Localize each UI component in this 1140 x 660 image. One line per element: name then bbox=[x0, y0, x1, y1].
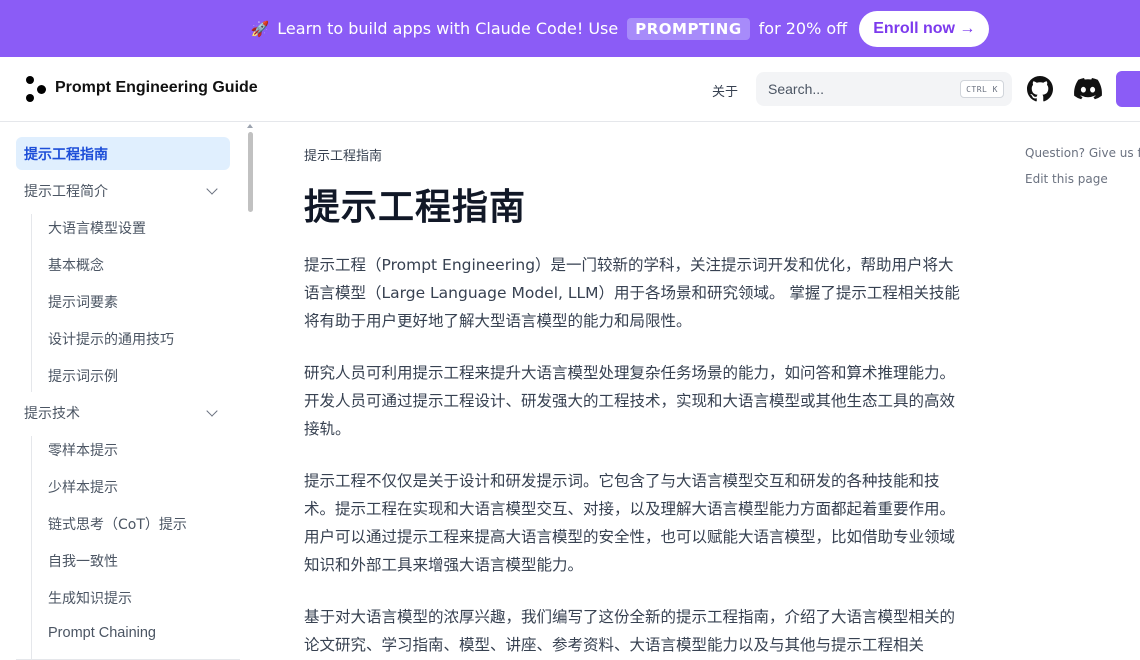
enroll-now-button[interactable]: Enroll now → bbox=[859, 10, 990, 47]
sidebar-item-active-label: 提示工程指南 bbox=[24, 147, 108, 163]
feedback-link[interactable]: Question? Give us feedback → bbox=[1025, 146, 1140, 160]
sidebar-item-elements[interactable]: 提示词要素 bbox=[48, 292, 118, 312]
sidebar-nav: 提示工程指南 提示工程简介 大语言模型设置 基本概念 提示词要素 设计提示的通用… bbox=[0, 122, 258, 660]
sidebar-item-prompt-chaining[interactable]: Prompt Chaining bbox=[48, 625, 156, 641]
toc-sidebar: Question? Give us feedback → Edit this p… bbox=[1025, 122, 1140, 322]
sidebar-item-examples[interactable]: 提示词示例 bbox=[48, 366, 118, 386]
sidebar-tree-line bbox=[31, 436, 32, 660]
site-title-link[interactable]: Prompt Engineering Guide bbox=[55, 79, 258, 97]
research-paragraph: 研究人员可利用提示工程来提升大语言模型处理复杂任务场景的能力，如问答和算术推理能… bbox=[304, 364, 956, 438]
sidebar-item-active[interactable]: 提示工程指南 bbox=[16, 137, 230, 170]
chevron-down-icon[interactable] bbox=[206, 183, 218, 195]
edit-page-link[interactable]: Edit this page bbox=[1025, 172, 1108, 186]
rocket-icon: 🚀 bbox=[250, 19, 270, 38]
sidebar-item-tips[interactable]: 设计提示的通用技巧 bbox=[48, 329, 174, 349]
breadcrumb[interactable]: 提示工程指南 bbox=[304, 145, 382, 164]
sidebar-item-consistency[interactable]: 自我一致性 bbox=[48, 551, 118, 571]
sidebar-tree-line bbox=[31, 214, 32, 392]
sidebar-item-llm-settings[interactable]: 大语言模型设置 bbox=[48, 218, 146, 238]
sidebar-item-zeroshot[interactable]: 零样本提示 bbox=[48, 440, 118, 460]
header-action-button[interactable] bbox=[1116, 71, 1140, 107]
promo-code-badge: PROMPTING bbox=[627, 17, 750, 40]
github-icon[interactable] bbox=[1027, 76, 1053, 102]
promo-banner-content: 🚀 Learn to build apps with Claude Code! … bbox=[250, 10, 990, 47]
promo-text-after: for 20% off bbox=[758, 19, 848, 38]
sidebar-section-intro[interactable]: 提示工程简介 bbox=[24, 181, 108, 201]
scroll-up-arrow-icon[interactable] bbox=[247, 124, 253, 128]
chevron-down-icon[interactable] bbox=[206, 405, 218, 417]
sidebar-item-knowledge[interactable]: 生成知识提示 bbox=[48, 588, 132, 608]
site-logo-icon[interactable] bbox=[23, 76, 49, 102]
promo-text-before: Learn to build apps with Claude Code! Us… bbox=[277, 19, 619, 38]
promo-banner: 🚀 Learn to build apps with Claude Code! … bbox=[0, 0, 1140, 57]
top-navbar: Prompt Engineering Guide 关于 CTRL K bbox=[0, 57, 1140, 122]
sidebar-item-fewshot[interactable]: 少样本提示 bbox=[48, 477, 118, 497]
sidebar-section-techniques[interactable]: 提示技术 bbox=[24, 403, 80, 423]
skills-paragraph: 提示工程不仅仅是关于设计和研发提示词。它包含了与大语言模型交互和研发的各种技能和… bbox=[304, 472, 956, 574]
guide-paragraph: 基于对大语言模型的浓厚兴趣，我们编写了这份全新的提示工程指南，介绍了大语言模型相… bbox=[304, 608, 956, 654]
page-title: 提示工程指南 bbox=[304, 187, 527, 228]
main-content: 提示工程指南 提示工程指南 提示工程（Prompt Engineering）是一… bbox=[304, 122, 964, 660]
search-shortcut-hint: CTRL K bbox=[960, 80, 1004, 98]
sidebar-item-basics[interactable]: 基本概念 bbox=[48, 255, 104, 275]
search-input[interactable] bbox=[756, 72, 946, 106]
discord-icon[interactable] bbox=[1074, 78, 1102, 100]
search-box[interactable]: CTRL K bbox=[756, 72, 1012, 106]
nav-about-link[interactable]: 关于 bbox=[712, 81, 738, 100]
intro-paragraph: 提示工程（Prompt Engineering）是一门较新的学科，关注提示词开发… bbox=[304, 256, 960, 330]
sidebar-scrollbar-thumb[interactable] bbox=[248, 132, 253, 212]
sidebar-item-cot[interactable]: 链式思考（CoT）提示 bbox=[48, 514, 187, 534]
